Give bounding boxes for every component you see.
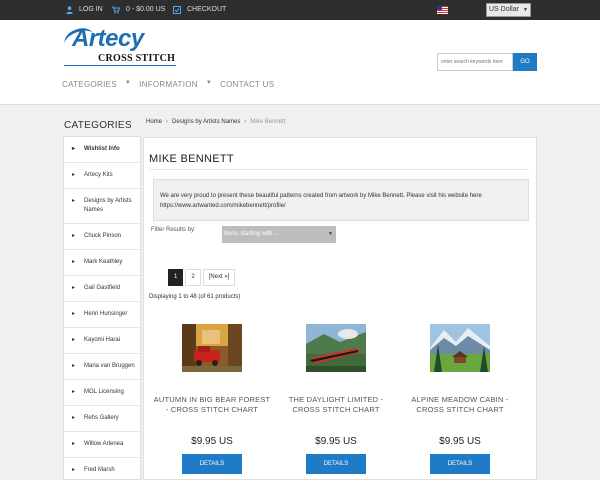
filter-select[interactable]: Items starting with ... ▼ [222,226,336,243]
sidebar-item-rehs-gallery[interactable]: Rehs Gallery [64,406,140,432]
sidebar-item-mark-keathley[interactable]: Mark Keathley [64,250,140,276]
display-count: Displaying 1 to 48 (of 61 products) [149,294,241,300]
product-card: THE DAYLIGHT LIMITED - CROSS STITCH CHAR… [276,324,396,474]
site-header: Artecy CROSS STITCH GO CATEGORIES ▼ INFO… [0,20,600,105]
product-image[interactable] [430,324,490,372]
alpine-cabin-image [430,324,490,372]
next-page[interactable]: [Next »] [202,269,236,286]
product-price: $9.95 US [439,436,481,447]
product-name[interactable]: THE DAYLIGHT LIMITED - CROSS STITCH CHAR… [276,395,396,425]
product-image[interactable] [182,324,242,372]
nav-information[interactable]: INFORMATION [139,80,198,89]
product-card: ALPINE MEADOW CABIN - CROSS STITCH CHART… [400,324,520,474]
search-button[interactable]: GO [513,53,537,71]
sidebar-item-kayomi-harai[interactable]: Kayomi Harai [64,328,140,354]
checkout-label: CHECKOUT [187,6,227,13]
sidebar-item-wishlist-info[interactable]: Wishlist Info [64,137,140,163]
filter-value: Items starting with ... [224,231,280,237]
chevron-down-icon[interactable]: ▼ [206,80,212,89]
currency-value: US Dollar [489,6,519,13]
product-price: $9.95 US [191,436,233,447]
site-logo[interactable]: Artecy CROSS STITCH [61,24,184,66]
details-button[interactable]: DETAILS [430,454,490,474]
pagination: 1 2 [Next »] [168,269,236,286]
sidebar-item-gail-gastfield[interactable]: Gail Gastfield [64,276,140,302]
main-content: MIKE BENNETT We are very proud to presen… [143,137,537,480]
product-name[interactable]: AUTUMN IN BIG BEAR FOREST - CROSS STITCH… [152,395,272,425]
cart-label: 0 - $0.00 US [126,6,166,13]
page-1[interactable]: 1 [168,269,184,286]
sidebar-item-designs-by-artists[interactable]: Designs by Artists Names [64,189,140,224]
details-button[interactable]: DETAILS [182,454,242,474]
category-description: We are very proud to present these beaut… [153,179,529,221]
logo-underline [64,65,176,66]
checkout-link[interactable]: CHECKOUT [173,4,226,16]
chevron-right-icon: › [166,119,169,125]
breadcrumb-home[interactable]: Home [146,119,162,125]
nav-categories[interactable]: CATEGORIES [62,80,117,89]
sidebar-item-willow-arlenea[interactable]: Willow Arlenea [64,432,140,458]
breadcrumb-designs[interactable]: Designs by Artists Names [172,119,240,125]
sidebar-item-henri-hunsinger[interactable]: Henri Hunsinger [64,302,140,328]
sidebar-title: CATEGORIES [64,120,132,131]
category-sidebar: Wishlist Info Artecy Kits Designs by Art… [63,136,141,480]
page-2[interactable]: 2 [185,269,201,286]
daylight-train-image [306,324,366,372]
currency-select[interactable]: US Dollar ▼ [486,3,531,17]
logo-brand: Artecy [72,25,144,52]
chevron-down-icon: ▼ [523,7,528,13]
main-nav: CATEGORIES ▼ INFORMATION ▼ CONTACT US [62,80,274,89]
autumn-forest-image [182,324,242,372]
product-image[interactable] [306,324,366,372]
us-flag-icon[interactable] [437,6,448,14]
chevron-right-icon: › [244,119,247,125]
logo-subtitle: CROSS STITCH [98,53,176,64]
login-link[interactable]: LOG IN [66,4,103,16]
sidebar-item-maria-van-bruggen[interactable]: Maria van Bruggen [64,354,140,380]
login-label: LOG IN [79,6,103,13]
page-title: MIKE BENNETT [149,153,234,165]
sidebar-item-artecy-kits[interactable]: Artecy Kits [64,163,140,189]
search-input[interactable] [437,53,513,71]
cart-icon [112,6,120,14]
sidebar-item-chuck-pinson[interactable]: Chuck Pinson [64,224,140,250]
breadcrumb-current: Mike Bennett [250,119,286,125]
sidebar-item-fred-marsh[interactable]: Fred Marsh [64,458,140,479]
chevron-down-icon[interactable]: ▼ [125,80,131,89]
divider [149,169,529,170]
product-name[interactable]: ALPINE MEADOW CABIN - CROSS STITCH CHART [400,395,520,425]
cart-link[interactable]: 0 - $0.00 US [112,4,165,16]
top-bar: LOG IN 0 - $0.00 US CHECKOUT US Dollar ▼ [0,0,600,20]
filter-label: Filter Results by: [151,227,196,233]
checkout-icon [173,6,181,14]
details-button[interactable]: DETAILS [306,454,366,474]
product-price: $9.95 US [315,436,357,447]
user-icon [66,6,73,14]
nav-contact-us[interactable]: CONTACT US [220,80,274,89]
sidebar-item-mgl-licensing[interactable]: MGL Licensing [64,380,140,406]
chevron-down-icon: ▼ [328,231,333,237]
product-card: AUTUMN IN BIG BEAR FOREST - CROSS STITCH… [152,324,272,474]
breadcrumb: Home › Designs by Artists Names › Mike B… [146,119,285,125]
